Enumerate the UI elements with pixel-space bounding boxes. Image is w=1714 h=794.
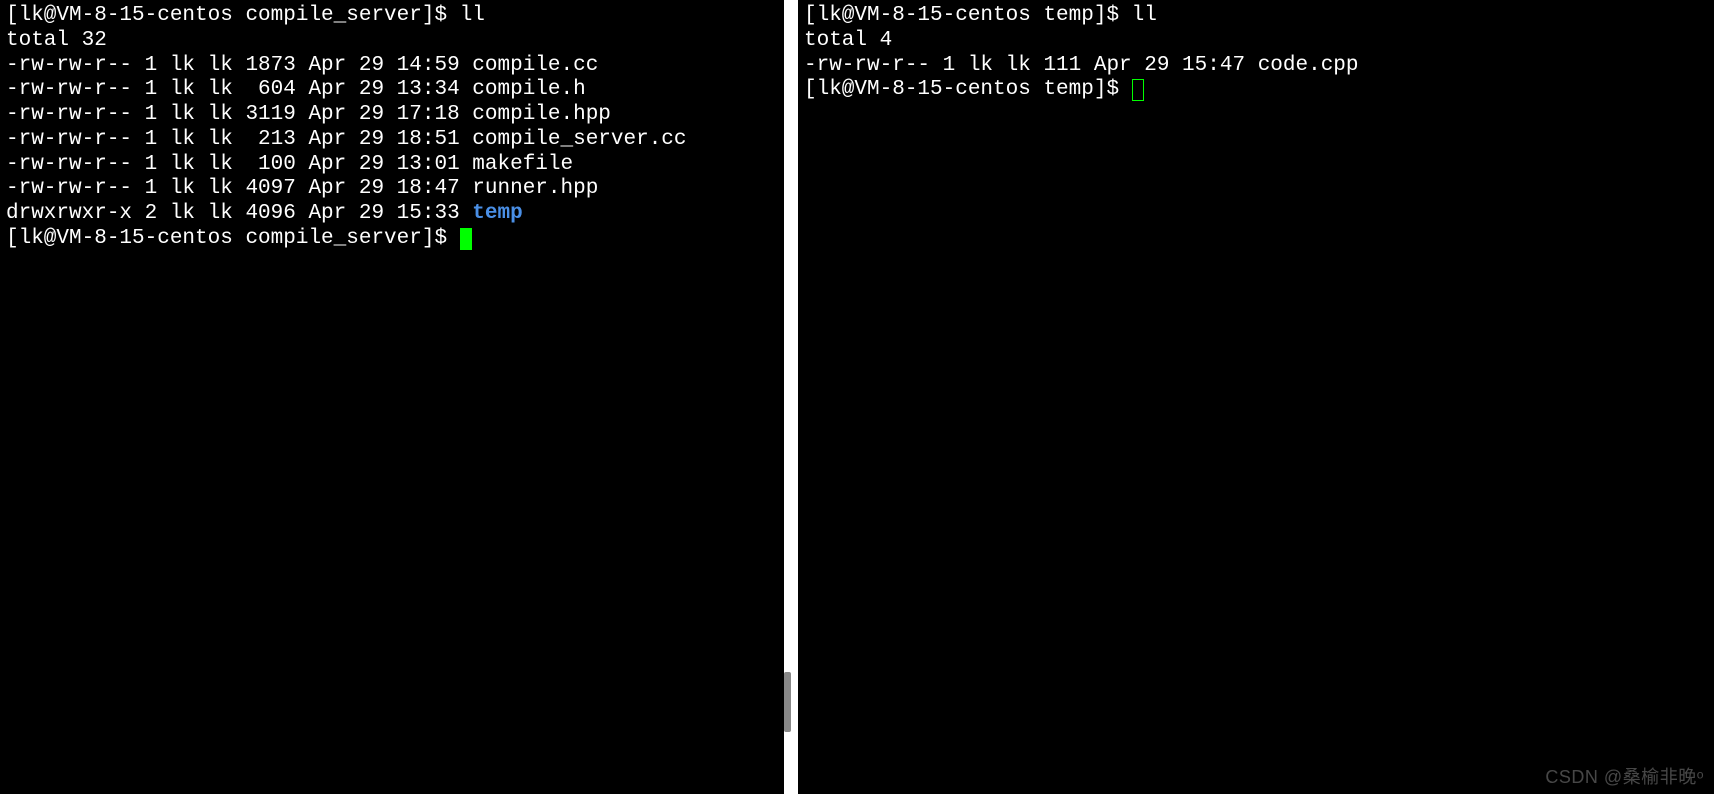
cursor-icon — [460, 228, 472, 250]
file-name: runner.hpp — [472, 177, 598, 200]
file-row: -rw-rw-r-- 1 lk lk 111 Apr 29 15:47 code… — [804, 54, 1708, 79]
file-meta: -rw-rw-r-- 1 lk lk 1873 Apr 29 14:59 — [6, 54, 472, 77]
file-name: code.cpp — [1258, 54, 1359, 77]
pane-divider[interactable] — [784, 0, 798, 794]
terminal-pane-right[interactable]: [lk@VM-8-15-centos temp]$ ll total 4 -rw… — [798, 0, 1714, 794]
file-meta: -rw-rw-r-- 1 lk lk 213 Apr 29 18:51 — [6, 128, 472, 151]
file-row: -rw-rw-r-- 1 lk lk 100 Apr 29 13:01 make… — [6, 153, 778, 178]
file-row: -rw-rw-r-- 1 lk lk 604 Apr 29 13:34 comp… — [6, 78, 778, 103]
command-text: ll — [1132, 4, 1157, 27]
file-meta: -rw-rw-r-- 1 lk lk 604 Apr 29 13:34 — [6, 78, 472, 101]
file-listing: -rw-rw-r-- 1 lk lk 1873 Apr 29 14:59 com… — [6, 54, 778, 227]
cursor-icon — [1132, 79, 1144, 101]
prompt-prefix: [lk@VM-8-15-centos temp]$ — [804, 78, 1132, 101]
prompt-prefix: [lk@VM-8-15-centos compile_server]$ — [6, 227, 460, 250]
watermark: CSDN @桑榆非晚ᵒ — [1545, 767, 1704, 788]
prompt-prefix: [lk@VM-8-15-centos compile_server]$ — [6, 4, 460, 27]
file-row: drwxrwxr-x 2 lk lk 4096 Apr 29 15:33 tem… — [6, 202, 778, 227]
file-name: compile.h — [472, 78, 585, 101]
prompt-line: [lk@VM-8-15-centos compile_server]$ ll — [6, 4, 778, 29]
file-meta: -rw-rw-r-- 1 lk lk 111 Apr 29 15:47 — [804, 54, 1258, 77]
file-meta: -rw-rw-r-- 1 lk lk 3119 Apr 29 17:18 — [6, 103, 472, 126]
prompt-line: [lk@VM-8-15-centos temp]$ ll — [804, 4, 1708, 29]
scrollbar-thumb[interactable] — [784, 672, 791, 732]
file-row: -rw-rw-r-- 1 lk lk 1873 Apr 29 14:59 com… — [6, 54, 778, 79]
file-name: compile.hpp — [472, 103, 611, 126]
file-meta: -rw-rw-r-- 1 lk lk 4097 Apr 29 18:47 — [6, 177, 472, 200]
prompt-line: [lk@VM-8-15-centos temp]$ — [804, 78, 1708, 103]
file-row: -rw-rw-r-- 1 lk lk 213 Apr 29 18:51 comp… — [6, 128, 778, 153]
prompt-prefix: [lk@VM-8-15-centos temp]$ — [804, 4, 1132, 27]
total-line: total 32 — [6, 29, 778, 54]
prompt-line: [lk@VM-8-15-centos compile_server]$ — [6, 227, 778, 252]
file-listing: -rw-rw-r-- 1 lk lk 111 Apr 29 15:47 code… — [804, 54, 1708, 79]
file-name: makefile — [472, 153, 573, 176]
command-text: ll — [460, 4, 485, 27]
file-row: -rw-rw-r-- 1 lk lk 4097 Apr 29 18:47 run… — [6, 177, 778, 202]
file-name: compile.cc — [472, 54, 598, 77]
file-name: compile_server.cc — [472, 128, 686, 151]
file-row: -rw-rw-r-- 1 lk lk 3119 Apr 29 17:18 com… — [6, 103, 778, 128]
total-line: total 4 — [804, 29, 1708, 54]
file-meta: drwxrwxr-x 2 lk lk 4096 Apr 29 15:33 — [6, 202, 472, 225]
file-meta: -rw-rw-r-- 1 lk lk 100 Apr 29 13:01 — [6, 153, 472, 176]
terminal-pane-left[interactable]: [lk@VM-8-15-centos compile_server]$ ll t… — [0, 0, 784, 794]
directory-name: temp — [472, 202, 522, 225]
